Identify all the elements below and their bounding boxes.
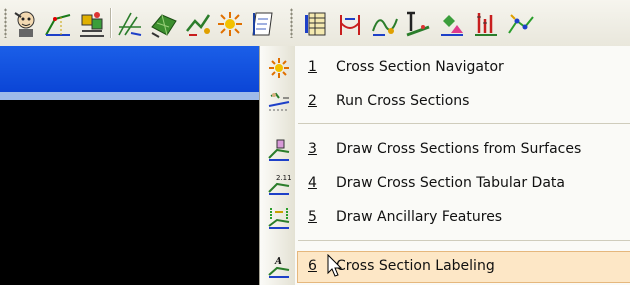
toolbar-separator xyxy=(110,8,111,38)
toolbar-grip[interactable] xyxy=(4,8,7,38)
menu-item-label: Cross Section Navigator xyxy=(336,59,504,75)
menu-item-draw-cross-sections-from-surfaces[interactable]: 3 Draw Cross Sections from Surfaces xyxy=(260,134,630,166)
toolbar-grip[interactable] xyxy=(290,8,293,38)
menu-item-label: Draw Ancillary Features xyxy=(336,209,503,225)
navigator-star-icon xyxy=(267,56,291,80)
drawing-window-tab-strip xyxy=(0,92,262,100)
alignment-icon[interactable] xyxy=(114,8,146,40)
tabular-data-icon: 2.11 xyxy=(267,172,292,196)
trace-icon[interactable] xyxy=(368,8,400,40)
pipe-icon[interactable] xyxy=(470,8,502,40)
menu-separator xyxy=(298,123,630,124)
menu-item-label: Draw Cross Sections from Surfaces xyxy=(336,141,582,157)
network-icon[interactable] xyxy=(504,8,536,40)
menu-item-run-cross-sections[interactable]: 2 Run Cross Sections xyxy=(260,86,630,118)
stakeout-icon[interactable] xyxy=(436,8,468,40)
profile-icon[interactable] xyxy=(182,8,214,40)
tabular-badge: 2.11 xyxy=(276,174,291,182)
menu-item-number: 5 xyxy=(308,209,317,225)
grading-icon[interactable] xyxy=(76,8,108,40)
menu-item-number: 1 xyxy=(308,59,317,75)
notebook-icon[interactable] xyxy=(248,8,280,40)
labeling-badge: A xyxy=(274,257,282,267)
menu-item-number: 2 xyxy=(308,93,317,109)
menu-item-cross-section-navigator[interactable]: 1 Cross Section Navigator xyxy=(260,52,630,84)
drawing-window-title-bar xyxy=(0,46,262,92)
menu-item-label: Cross Section Labeling xyxy=(336,258,495,274)
run-cross-sections-icon xyxy=(267,90,291,114)
menu-item-label: Draw Cross Section Tabular Data xyxy=(336,175,565,191)
mouse-pointer-icon xyxy=(327,254,343,277)
cross-section-menu: 1 Cross Section Navigator 2 Run Cross Se… xyxy=(259,46,630,285)
cross-section-star-icon[interactable] xyxy=(214,8,246,40)
draw-from-surfaces-icon xyxy=(267,138,291,162)
menu-item-number: 4 xyxy=(308,175,317,191)
elevation-label-icon[interactable] xyxy=(402,8,434,40)
slope-icon[interactable] xyxy=(42,8,74,40)
menu-item-label: Run Cross Sections xyxy=(336,93,470,109)
menu-item-number: 3 xyxy=(308,141,317,157)
surface-icon[interactable] xyxy=(148,8,180,40)
intersection-icon[interactable] xyxy=(334,8,366,40)
menu-item-draw-cross-section-tabular-data[interactable]: 2.11 4 Draw Cross Section Tabular Data xyxy=(260,168,630,200)
menu-separator xyxy=(298,240,630,241)
spreadsheet-icon[interactable] xyxy=(300,8,332,40)
drawing-viewport[interactable] xyxy=(0,100,262,285)
menu-item-cross-section-labeling[interactable]: 6 Cross Section Labeling xyxy=(297,251,630,283)
ancillary-features-icon xyxy=(267,206,291,230)
survey-man-icon[interactable] xyxy=(10,8,42,40)
menu-item-number: 6 xyxy=(308,258,317,274)
toolbar xyxy=(0,0,630,47)
menu-item-draw-ancillary-features[interactable]: 5 Draw Ancillary Features xyxy=(260,202,630,234)
labeling-icon: A xyxy=(267,255,291,279)
